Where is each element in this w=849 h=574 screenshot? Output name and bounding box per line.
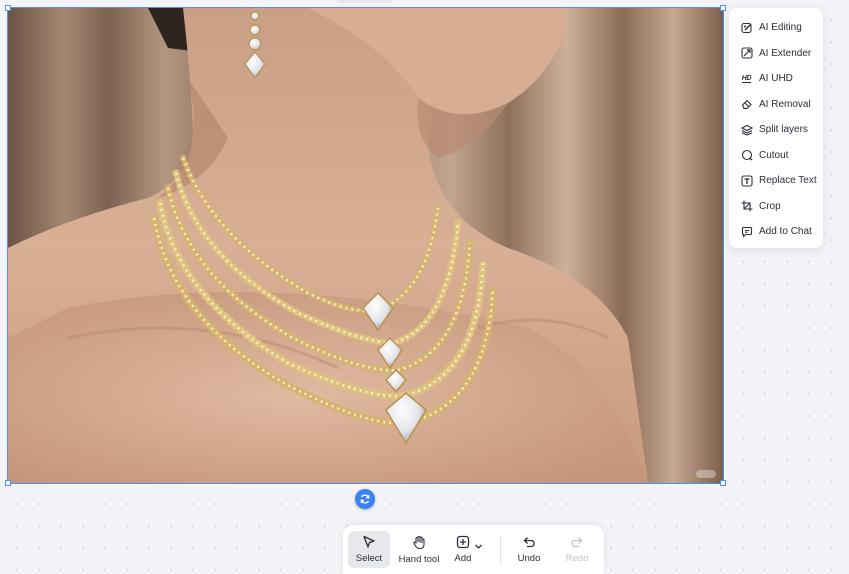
cutout-icon — [740, 149, 753, 162]
menu-item-crop[interactable]: Crop — [729, 194, 823, 220]
undo-button[interactable]: Undo — [512, 531, 546, 568]
bottom-toolbar: Select Hand tool Add Undo Redo — [343, 525, 604, 574]
menu-item-ai-uhd[interactable]: HD AI UHD — [729, 66, 823, 92]
select-tool-label: Select — [355, 553, 383, 564]
cursor-arrow-icon — [363, 535, 375, 548]
menu-item-label: AI UHD — [759, 73, 793, 85]
add-square-icon — [456, 535, 470, 549]
hand-tool-button[interactable]: Hand tool — [395, 531, 443, 568]
resize-handle-bottom-left[interactable] — [5, 480, 11, 486]
redo-button[interactable]: Redo — [561, 531, 593, 568]
rotate-icon — [360, 494, 370, 504]
menu-item-cutout[interactable]: Cutout — [729, 143, 823, 169]
expand-icon — [740, 47, 753, 60]
layers-icon — [740, 123, 753, 136]
rotate-button[interactable] — [355, 489, 375, 509]
crop-icon — [740, 200, 753, 213]
menu-item-split-layers[interactable]: Split layers — [729, 117, 823, 143]
menu-item-label: Replace Text — [759, 175, 817, 187]
image-actions-menu: AI Editing AI Extender HD AI UHD AI Remo… — [729, 8, 823, 248]
menu-item-replace-text[interactable]: Replace Text — [729, 168, 823, 194]
eraser-icon — [740, 98, 753, 111]
necklace-photo — [8, 8, 723, 483]
chat-icon — [740, 225, 753, 238]
menu-item-add-to-chat[interactable]: Add to Chat — [729, 219, 823, 245]
hd-icon: HD — [740, 72, 753, 85]
redo-label: Redo — [565, 553, 589, 564]
menu-item-label: AI Extender — [759, 47, 812, 59]
add-label: Add — [454, 553, 472, 564]
menu-item-label: Add to Chat — [759, 226, 812, 238]
menu-item-label: Cutout — [759, 149, 789, 161]
menu-item-label: AI Removal — [759, 98, 811, 110]
menu-item-label: Crop — [759, 200, 781, 212]
toolbar-divider — [500, 535, 501, 565]
text-replace-icon — [740, 174, 753, 187]
hand-icon — [412, 535, 425, 549]
top-handle-tab — [338, 0, 392, 3]
menu-item-label: Split layers — [759, 124, 808, 136]
resize-handle-bottom-right[interactable] — [720, 480, 726, 486]
menu-item-ai-extender[interactable]: AI Extender — [729, 41, 823, 67]
undo-label: Undo — [517, 553, 541, 564]
resize-handle-top-right[interactable] — [720, 5, 726, 11]
hd-badge-text: HD — [741, 74, 752, 83]
chevron-down-icon[interactable] — [474, 542, 483, 551]
resize-handle-top-left[interactable] — [5, 5, 11, 11]
menu-item-ai-editing[interactable]: AI Editing — [729, 15, 823, 41]
select-tool-button[interactable]: Select — [348, 531, 390, 568]
redo-icon — [571, 537, 583, 548]
menu-item-ai-removal[interactable]: AI Removal — [729, 92, 823, 118]
menu-item-label: AI Editing — [759, 22, 802, 34]
undo-icon — [523, 537, 535, 548]
hand-tool-label: Hand tool — [398, 553, 440, 565]
edit-image-icon — [740, 21, 753, 34]
canvas-image-necklace[interactable] — [7, 7, 724, 484]
